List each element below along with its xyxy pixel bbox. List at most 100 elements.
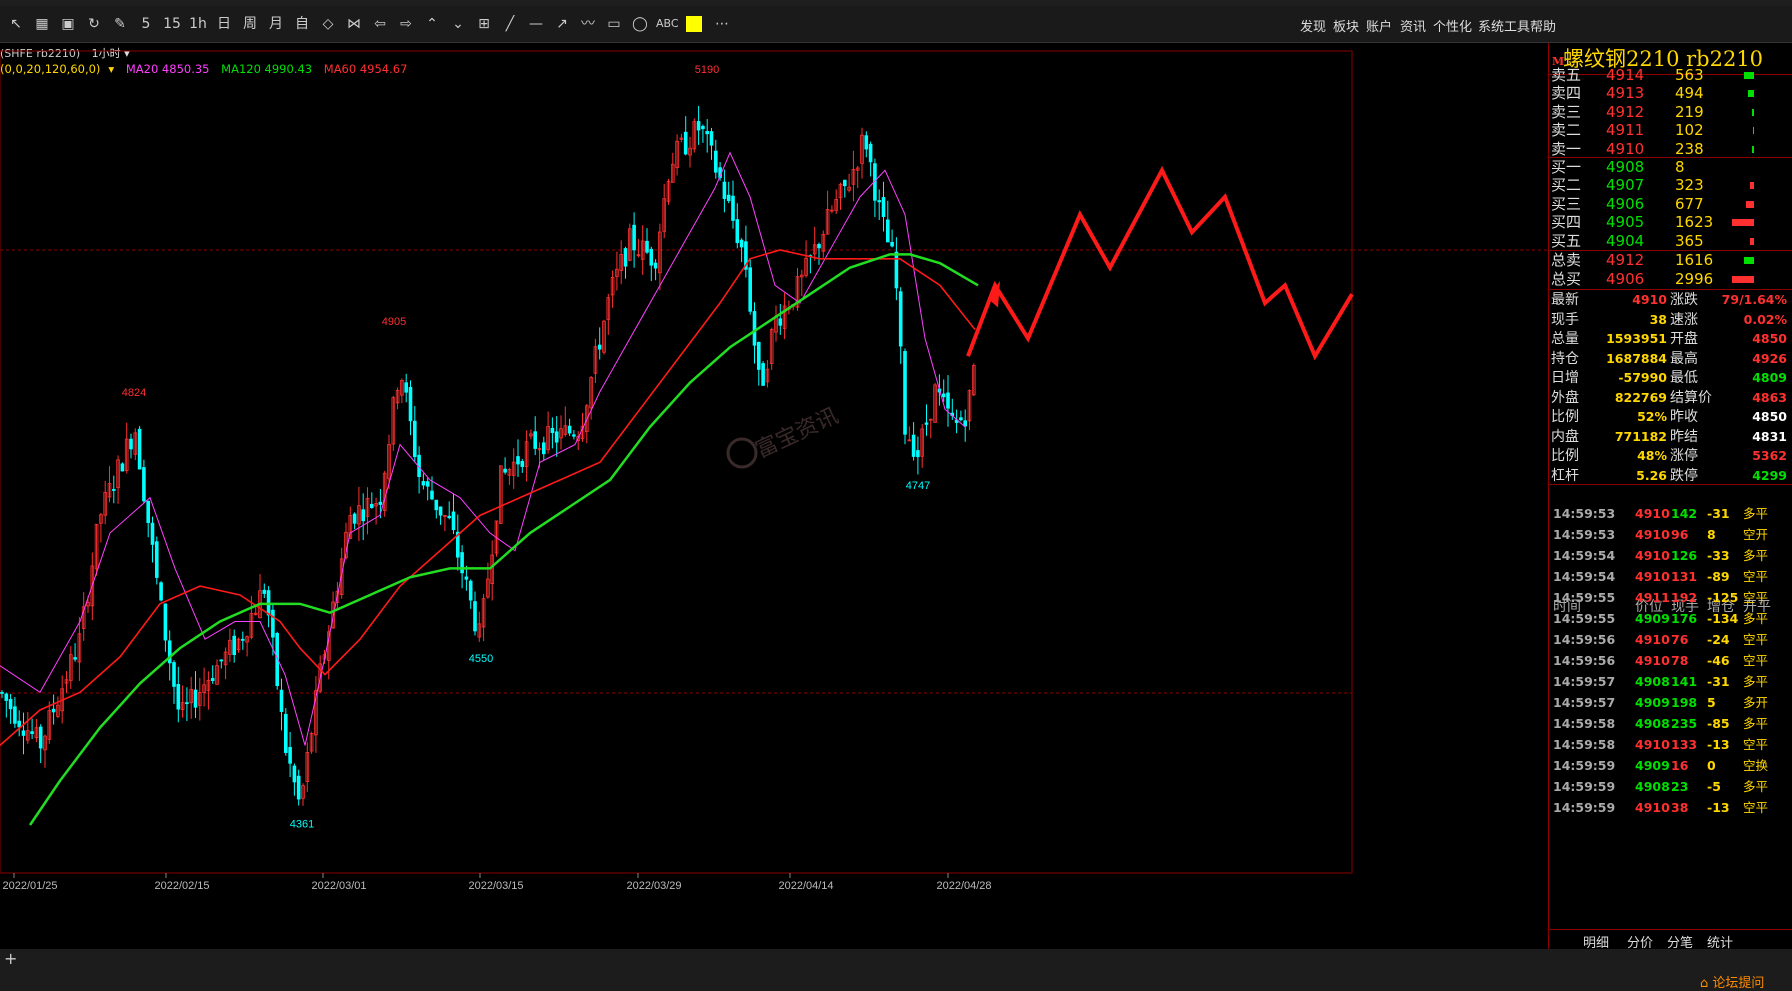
period-button[interactable]: 自 (292, 14, 312, 34)
candle-body (17, 720, 21, 728)
candle-body (4, 693, 9, 701)
arrow-down-icon[interactable]: ⌄ (448, 14, 468, 34)
volume-bar (1752, 145, 1754, 153)
watermark-logo (726, 437, 758, 469)
zoom-out-icon[interactable]: ⋈ (344, 14, 364, 34)
color-swatch[interactable] (686, 16, 702, 32)
trade-row[interactable]: 14:59:59 4910 38 -13 空平 (1549, 796, 1792, 820)
volume-bar (1732, 276, 1754, 283)
cursor-icon[interactable]: ↖ (6, 14, 26, 34)
peak-label: 4550 (469, 653, 493, 665)
arrow-right-icon[interactable]: ⇨ (396, 14, 416, 34)
x-axis-label: 2022/03/01 (311, 880, 366, 892)
zoom-in-icon[interactable]: ◇ (318, 14, 338, 34)
candle-body (404, 382, 408, 393)
menu-item[interactable]: 发现 (1300, 16, 1326, 35)
period-button[interactable]: 1h (188, 14, 208, 34)
candle-body (8, 698, 13, 710)
candle-body (13, 706, 17, 724)
layout-icon[interactable]: ▦ (32, 14, 52, 34)
candle-body (150, 522, 155, 545)
candle-body (722, 181, 727, 199)
candle-body (898, 291, 903, 347)
period-button[interactable]: 15 (162, 14, 182, 34)
volume-bar (1753, 127, 1754, 135)
candle-body (464, 576, 469, 580)
menu-item[interactable]: 板块 (1333, 16, 1359, 35)
menu-item[interactable]: 个性化 (1433, 16, 1472, 35)
watermark: 富宝资讯 (752, 404, 842, 464)
rect-icon[interactable]: ▭ (604, 14, 624, 34)
candle-body (447, 515, 451, 519)
menu-item[interactable]: 系统工具 (1478, 16, 1530, 35)
period-button[interactable]: 月 (266, 14, 286, 34)
candle-body (146, 500, 151, 523)
candle-body (129, 438, 133, 450)
menu-item[interactable]: 账户 (1366, 16, 1392, 35)
candle-body (172, 662, 176, 687)
candle-body (460, 552, 464, 574)
candle-body (430, 490, 434, 500)
candle-body (890, 242, 894, 247)
more-icon[interactable]: ⋯ (712, 14, 732, 34)
ray-icon[interactable]: ↗ (552, 14, 572, 34)
period-button[interactable]: 5 (136, 14, 156, 34)
candle-body (817, 244, 821, 249)
candle-body (649, 248, 654, 266)
period-button[interactable]: 日 (214, 14, 234, 34)
candle-body (886, 219, 890, 243)
candle-body (210, 678, 215, 681)
candle-body (533, 431, 537, 449)
refresh-icon[interactable]: ↻ (84, 14, 104, 34)
candle-body (51, 708, 56, 713)
candle-body (903, 351, 907, 435)
draw-icon[interactable]: ✎ (110, 14, 130, 34)
line-icon[interactable]: ╱ (500, 14, 520, 34)
detail-tabs: 明细 分价 分笔 统计 (1549, 929, 1792, 951)
divider (1549, 484, 1792, 485)
candle-body (434, 499, 439, 511)
candle-body (941, 393, 946, 398)
candlestick-chart[interactable]: 4824 4905 5190 4747 4550 4361 富宝资讯 2022/01/25 20… (0, 43, 1548, 949)
candle-body (881, 197, 886, 218)
save-icon[interactable]: ▣ (58, 14, 78, 34)
grid-icon[interactable]: ⊞ (474, 14, 494, 34)
candle-body (30, 731, 34, 734)
ellipse-icon[interactable]: ◯ (630, 14, 650, 34)
candle-body (645, 240, 649, 253)
candle-body (705, 131, 709, 135)
order-book-row[interactable]: 总买 4906 2996 (1549, 269, 1792, 290)
wave-icon[interactable]: 〰 (578, 14, 598, 34)
period-button[interactable]: ABC (656, 14, 679, 34)
order-book-row[interactable]: 买五 4904 365 (1549, 231, 1792, 252)
add-icon[interactable]: + (4, 949, 17, 968)
x-axis-label: 2022/02/15 (154, 880, 209, 892)
candle-body (352, 513, 357, 524)
arrow-left-icon[interactable]: ⇦ (370, 14, 390, 34)
candle-body (739, 239, 744, 248)
candle-body (38, 726, 43, 749)
candle-body (963, 420, 967, 427)
candle-body (271, 609, 275, 638)
arrow-up-icon[interactable]: ⌃ (422, 14, 442, 34)
menu-item[interactable]: 帮助 (1530, 16, 1556, 35)
candle-body (503, 468, 507, 473)
forum-link[interactable]: ⌂ 论坛提问 (1700, 972, 1764, 991)
candle-body (597, 344, 602, 350)
candle-body (520, 461, 525, 467)
menu-item[interactable]: 资讯 (1400, 16, 1426, 35)
candle-body (288, 746, 292, 764)
peak-label: 4361 (290, 819, 314, 831)
candle-body (361, 509, 365, 522)
candle-body (369, 503, 374, 508)
period-button[interactable]: 周 (240, 14, 260, 34)
order-book-row[interactable]: 总卖 4912 1616 (1549, 250, 1792, 271)
hline-icon[interactable]: — (526, 14, 546, 34)
forecast-path (966, 165, 1354, 361)
candle-body (572, 434, 576, 437)
candle-body (761, 363, 765, 386)
x-axis-label: 2022/03/15 (468, 880, 523, 892)
chart-frame (0, 50, 1353, 874)
candle-body (408, 386, 413, 422)
candle-body (748, 267, 752, 312)
